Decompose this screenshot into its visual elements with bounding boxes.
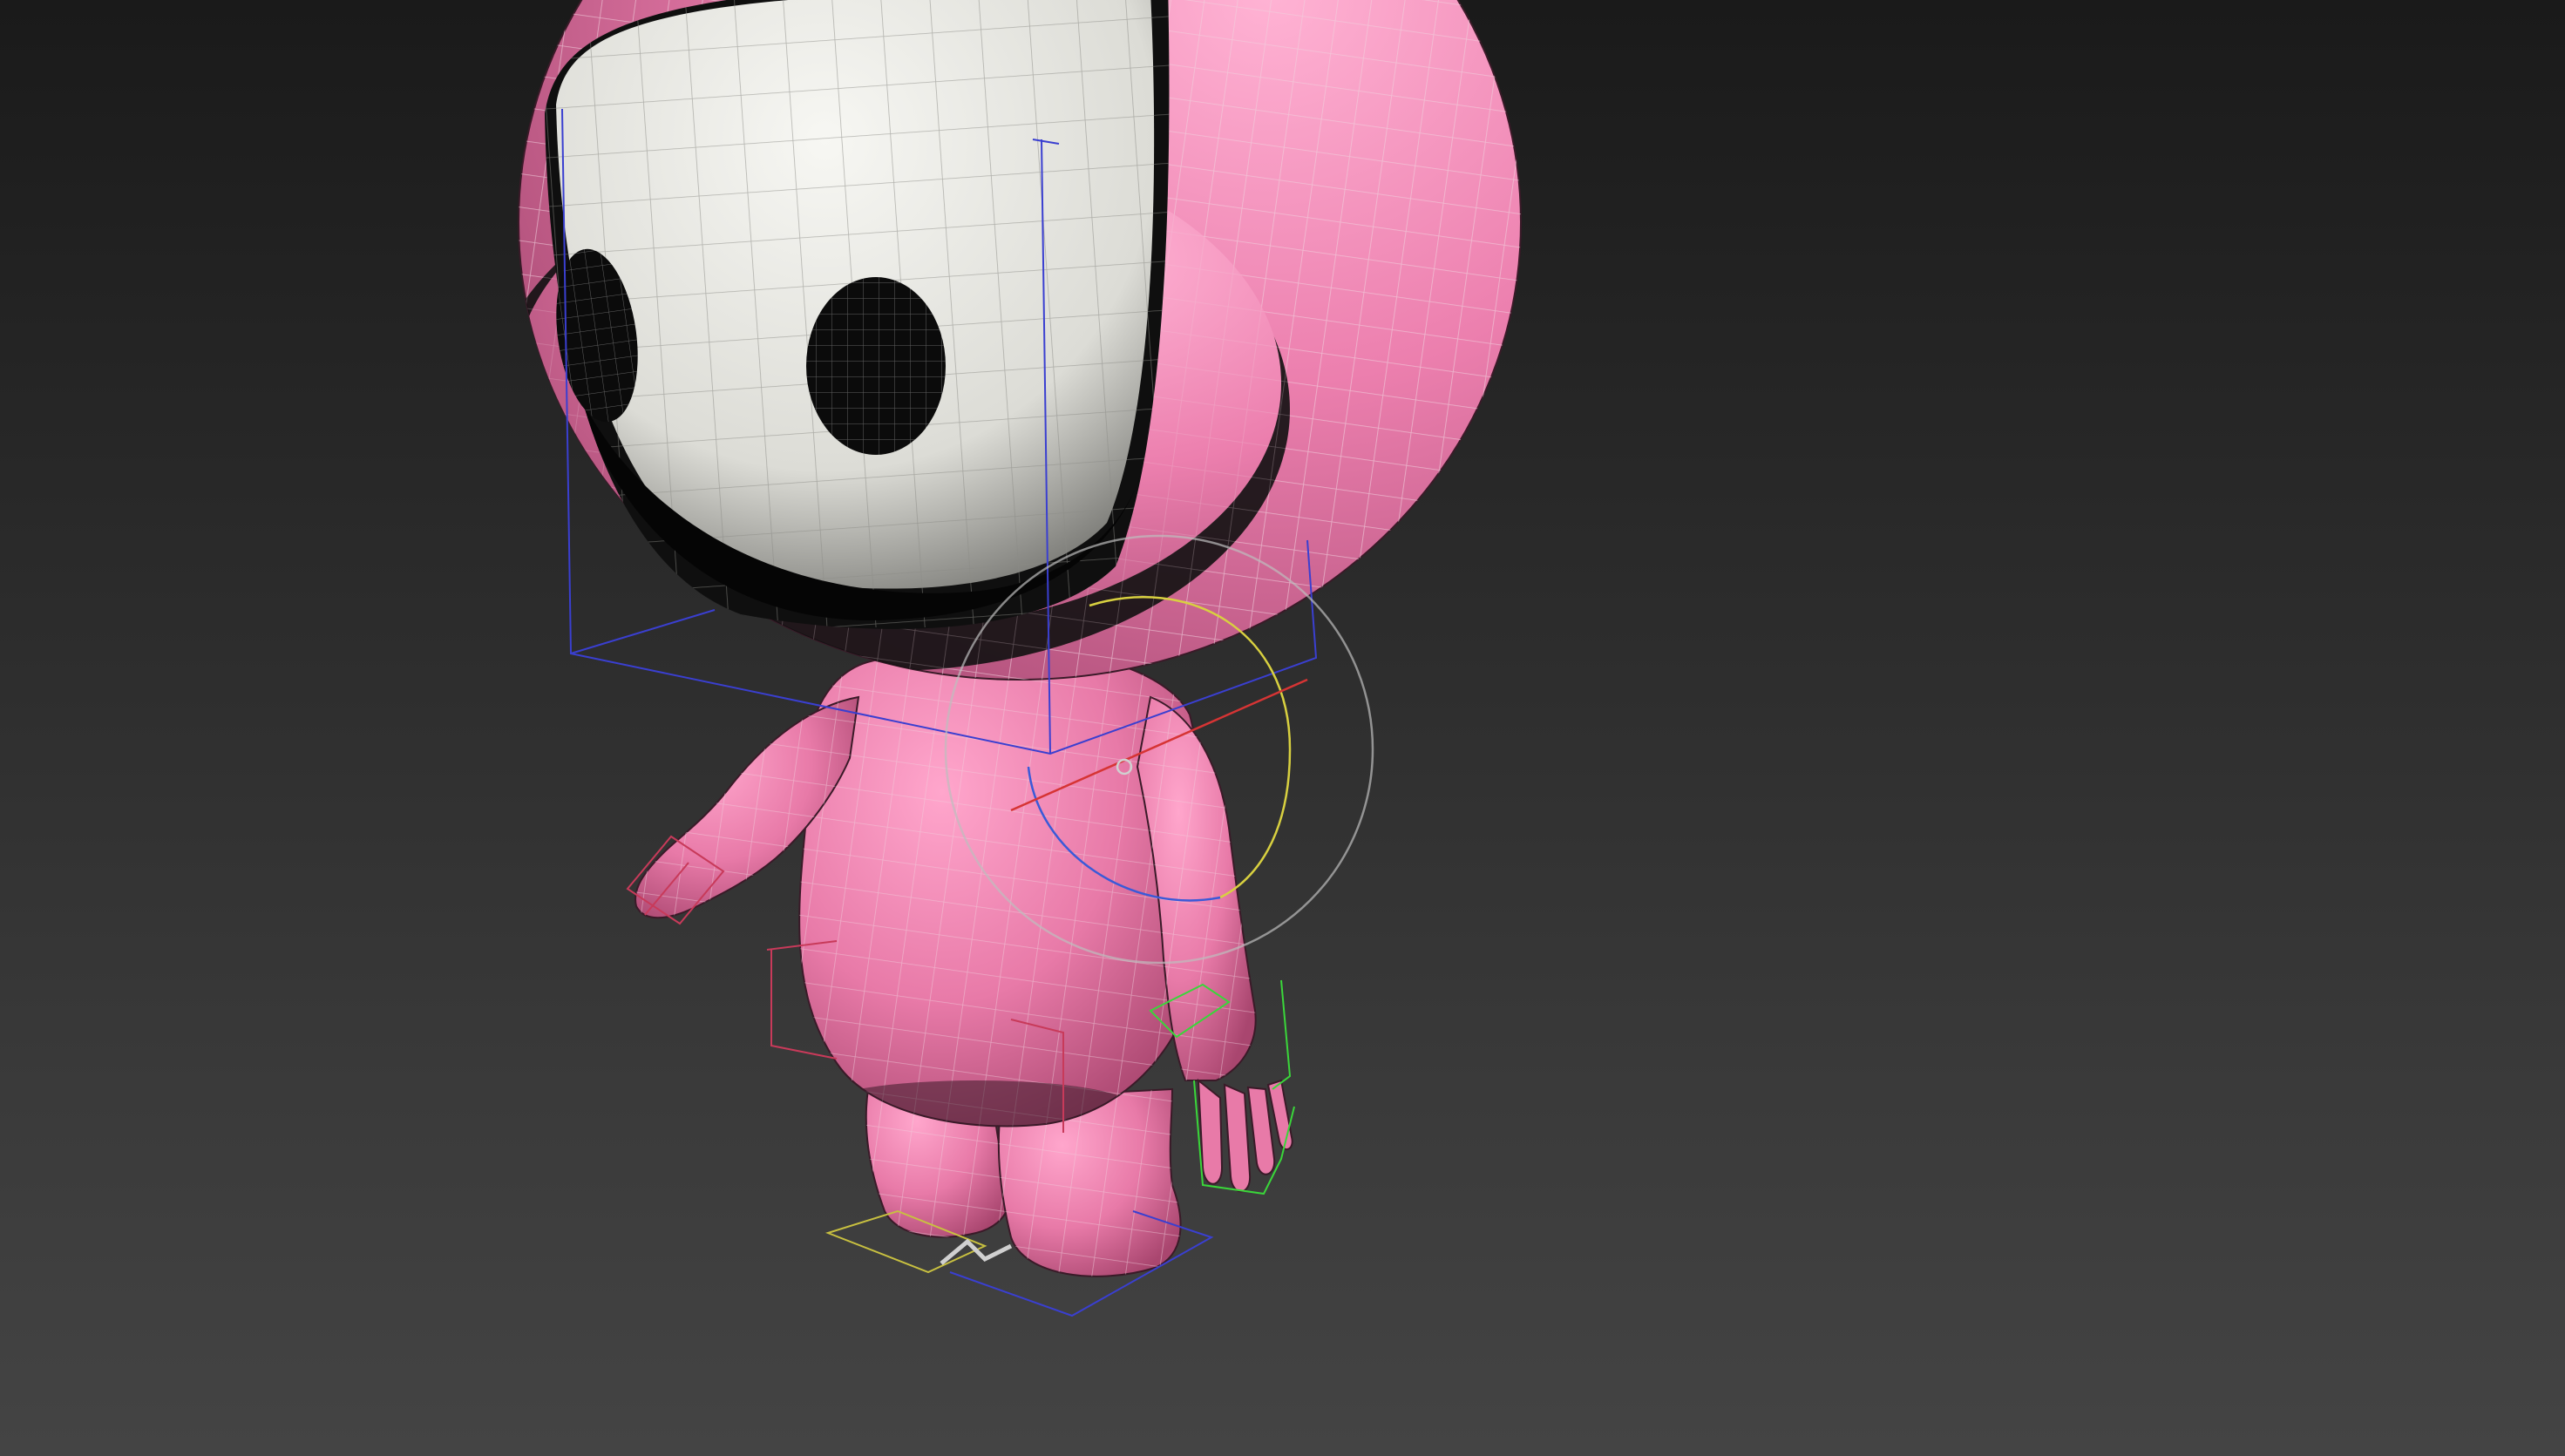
3d-viewport[interactable]	[0, 0, 2565, 1456]
viewport-scene[interactable]	[0, 0, 2565, 1456]
right-eye[interactable]	[806, 277, 946, 455]
character-model[interactable]	[488, 0, 1525, 1277]
